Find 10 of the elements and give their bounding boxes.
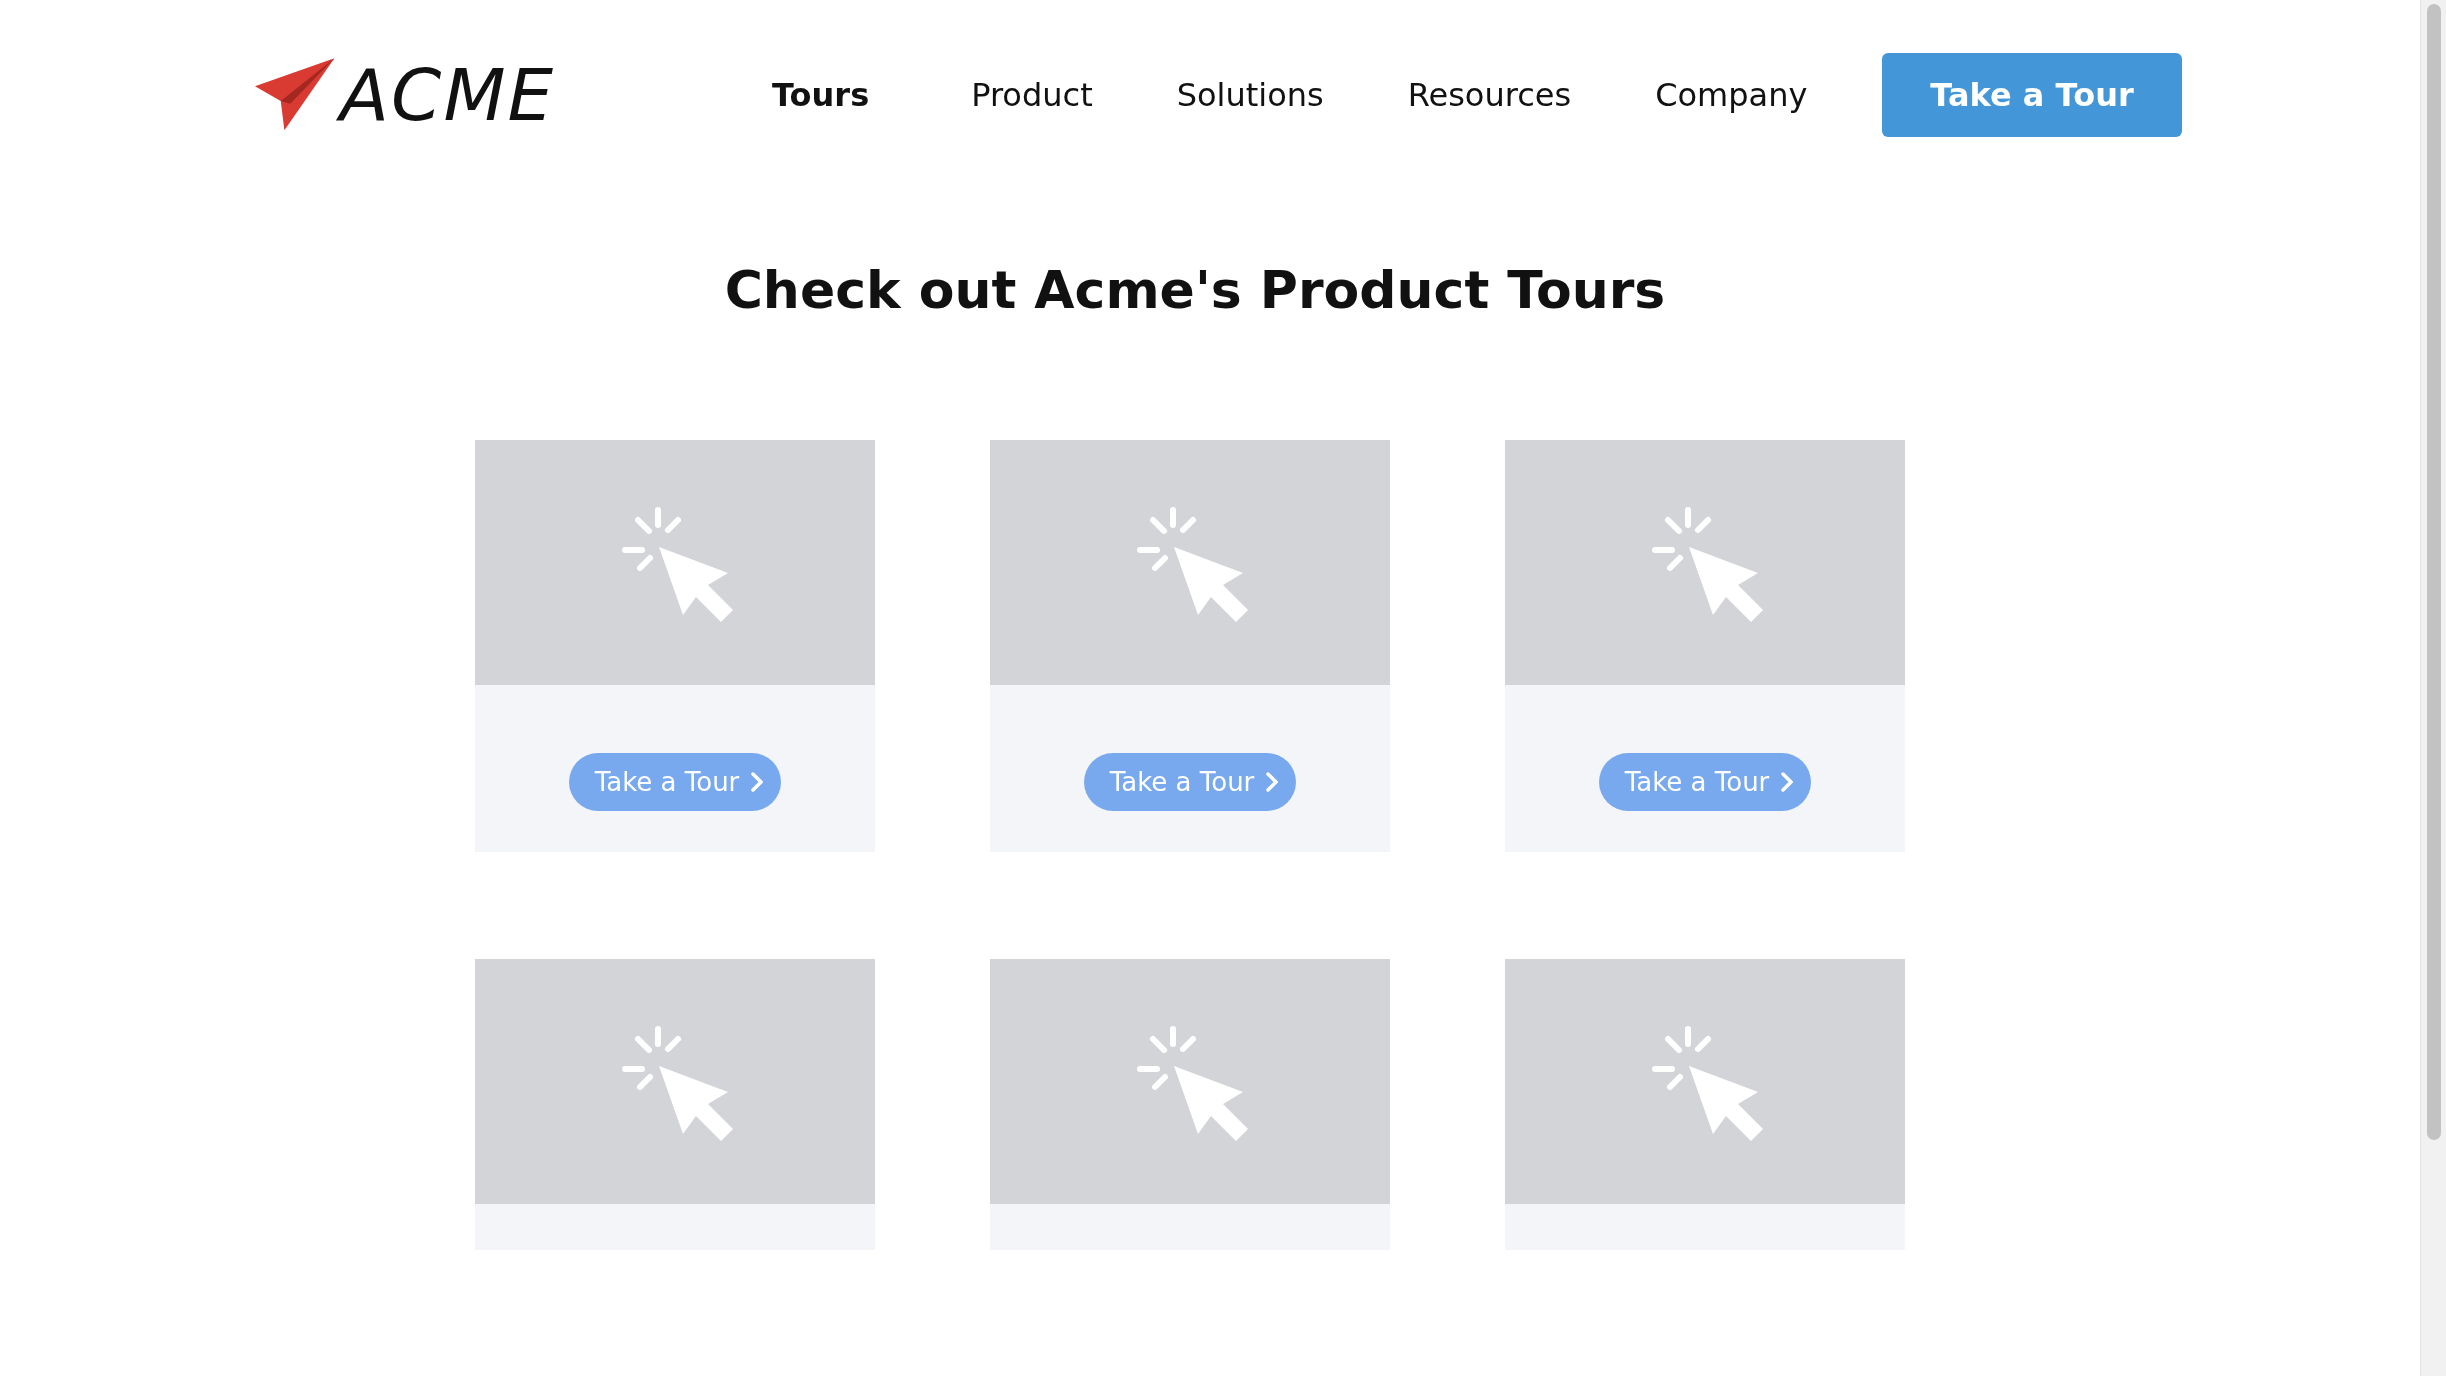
nav-link[interactable]: Resources (1365, 76, 1614, 114)
nav-link[interactable]: Tours (755, 76, 930, 114)
chevron-right-icon (1266, 772, 1279, 792)
scrollbar[interactable] (2420, 0, 2446, 1376)
nav-link[interactable]: Company (1613, 76, 1850, 114)
chevron-right-icon (751, 772, 764, 792)
nav-link[interactable]: Product (929, 76, 1135, 114)
page-heading: Check out Acme's Product Tours (723, 260, 1667, 320)
chevron-right-icon (1781, 772, 1794, 792)
nav-link[interactable]: Solutions (1134, 76, 1366, 114)
